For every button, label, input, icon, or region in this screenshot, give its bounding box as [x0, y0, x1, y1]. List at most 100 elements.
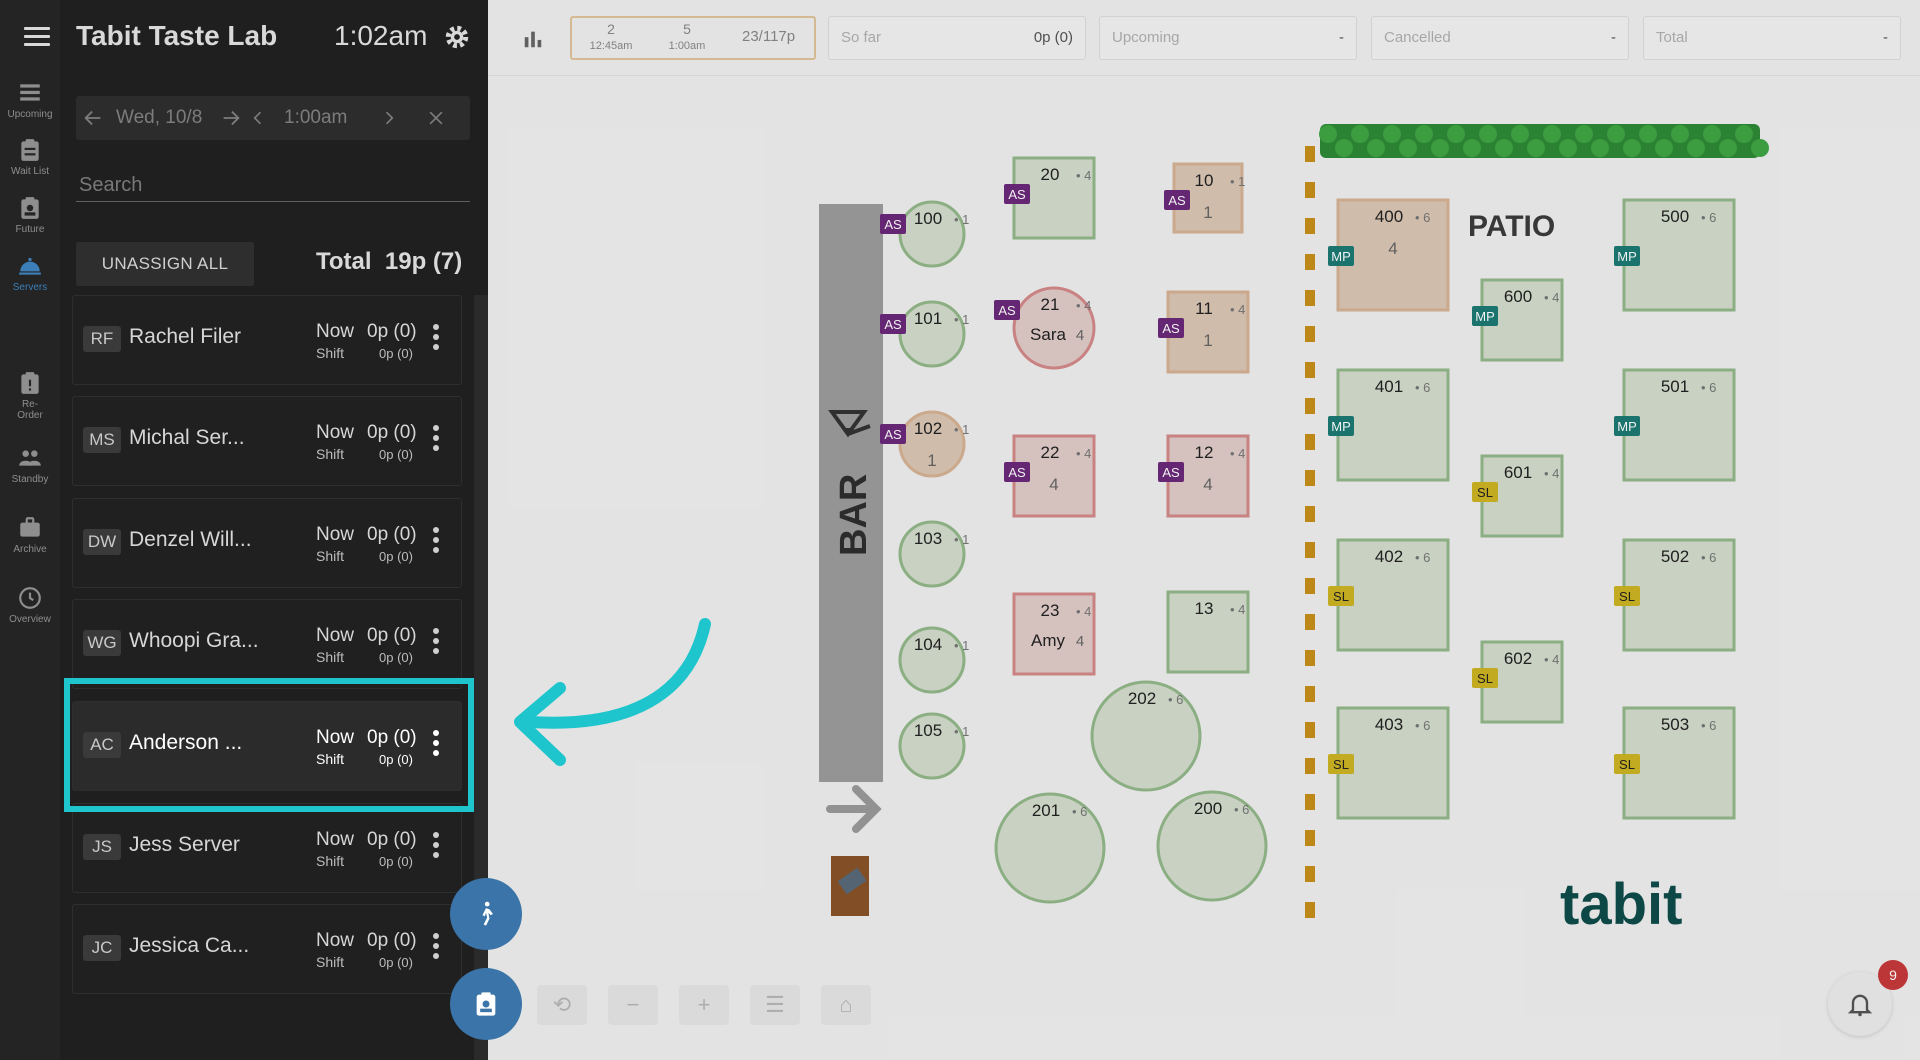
zoom-out-button[interactable]: −: [608, 985, 658, 1025]
now-value: 0p (0): [367, 829, 417, 850]
table-201[interactable]: 201 • 6: [994, 792, 1106, 904]
table-503[interactable]: 503 • 6 SL: [1614, 706, 1736, 820]
more-options-icon[interactable]: [433, 425, 441, 455]
table-501[interactable]: 501 • 6 MP: [1614, 368, 1736, 482]
chevron-right-icon[interactable]: [379, 108, 399, 128]
table-103[interactable]: 103 • 1: [898, 520, 969, 588]
table-number: 102: [914, 419, 942, 438]
table-200[interactable]: 200 • 6: [1156, 790, 1268, 902]
shift-label: Shift: [316, 345, 345, 361]
rail-label: Archive: [13, 544, 47, 555]
server-name: Whoopi Gra...: [129, 629, 259, 652]
hedge-leaf: [1543, 125, 1561, 143]
table-401[interactable]: 401 • 6 MP: [1328, 368, 1450, 482]
hedge-leaf: [1639, 125, 1657, 143]
hedge-leaf: [1447, 125, 1465, 143]
table-12[interactable]: 12 • 4 4 AS: [1158, 434, 1250, 518]
table-202[interactable]: 202 • 6: [1090, 680, 1202, 792]
table-10[interactable]: 10 • 1 1 AS: [1164, 162, 1245, 234]
slot-2: 5 1:00am: [662, 22, 712, 54]
more-options-icon[interactable]: [433, 628, 441, 658]
server-row[interactable]: JS Jess Server Now 0p (0) Shift 0p (0): [72, 803, 462, 893]
table-seats: • 6: [1701, 380, 1716, 395]
rail-standby[interactable]: Standby: [0, 430, 60, 500]
upcoming-box[interactable]: Upcoming -: [1099, 16, 1357, 60]
history-icon[interactable]: ⟲: [537, 985, 587, 1025]
time-slots-box[interactable]: 2 12:45am 5 1:00am 23/117p: [570, 16, 816, 60]
server-row[interactable]: DW Denzel Will... Now 0p (0) Shift 0p (0…: [72, 498, 462, 588]
close-icon[interactable]: [426, 108, 446, 128]
shift-value: 0p (0): [379, 955, 413, 970]
search-input[interactable]: Search: [76, 168, 470, 202]
rail-archive[interactable]: Archive: [0, 500, 60, 570]
hedge-leaf: [1527, 139, 1545, 157]
table-102[interactable]: 102 • 1 1 AS: [880, 410, 969, 478]
table-601[interactable]: 601 • 4 SL: [1472, 454, 1564, 538]
rail-reorder[interactable]: Re-Order: [0, 360, 60, 430]
table-502[interactable]: 502 • 6 SL: [1614, 538, 1736, 652]
table-number: 401: [1375, 377, 1403, 396]
total-box[interactable]: Total -: [1643, 16, 1901, 60]
more-options-icon[interactable]: [433, 324, 441, 354]
slot-time: 1:00am: [668, 40, 706, 52]
table-number: 400: [1375, 207, 1403, 226]
date-label[interactable]: Wed, 10/8: [116, 96, 202, 140]
server-name: Jessica Ca...: [129, 934, 250, 957]
new-reservation-button[interactable]: [450, 968, 522, 1040]
table-13[interactable]: 13 • 4: [1166, 590, 1250, 674]
arrow-left-icon[interactable]: [82, 107, 104, 129]
server-tag: SL: [1333, 757, 1349, 772]
table-602[interactable]: 602 • 4 SL: [1472, 640, 1564, 724]
table-400[interactable]: 400 • 6 4 MP: [1328, 198, 1450, 312]
hedge-leaf: [1319, 125, 1337, 143]
server-tag: MP: [1617, 249, 1637, 264]
rail-servers[interactable]: Servers: [0, 238, 60, 308]
table-100[interactable]: 100 • 1 AS: [880, 200, 969, 268]
server-initials: RF: [83, 326, 121, 352]
so-far-box[interactable]: So far 0p (0): [828, 16, 1086, 60]
more-options-icon[interactable]: [433, 933, 441, 963]
server-row[interactable]: RF Rachel Filer Now 0p (0) Shift 0p (0): [72, 295, 462, 385]
now-label: Now: [316, 625, 355, 646]
walk-in-button[interactable]: [450, 878, 522, 950]
bar-chart-icon[interactable]: [522, 28, 544, 50]
table-500[interactable]: 500 • 6 MP: [1614, 198, 1736, 312]
shift-label: Shift: [316, 548, 345, 564]
server-tag: AS: [1168, 193, 1186, 208]
zoom-in-button[interactable]: +: [679, 985, 729, 1025]
server-row[interactable]: WG Whoopi Gra... Now 0p (0) Shift 0p (0): [72, 599, 462, 689]
table-number: 202: [1128, 689, 1156, 708]
more-options-icon[interactable]: [433, 527, 441, 557]
table-23[interactable]: 23 • 4 Amy 4: [1012, 592, 1096, 676]
list-view-icon[interactable]: ☰: [750, 985, 800, 1025]
table-104[interactable]: 104 • 1: [898, 626, 969, 694]
cloche-view-icon[interactable]: ⌂: [821, 985, 871, 1025]
time-label[interactable]: 1:00am: [284, 96, 347, 140]
arrow-right-icon[interactable]: [220, 107, 242, 129]
table-105[interactable]: 105 • 1: [898, 712, 969, 780]
gear-icon[interactable]: [442, 22, 472, 52]
table-21[interactable]: 21 • 4 Sara 4 AS: [994, 286, 1096, 370]
more-options-icon[interactable]: [433, 832, 441, 862]
table-11[interactable]: 11 • 4 1 AS: [1158, 290, 1250, 374]
table-22[interactable]: 22 • 4 4 AS: [1004, 434, 1096, 518]
unassign-all-button[interactable]: UNASSIGN ALL: [76, 242, 254, 286]
chevron-left-icon[interactable]: [248, 108, 268, 128]
table-403[interactable]: 403 • 6 SL: [1328, 706, 1450, 820]
hedge-leaf: [1383, 125, 1401, 143]
menu-icon[interactable]: [24, 27, 50, 49]
hedge-leaf: [1607, 125, 1625, 143]
table-402[interactable]: 402 • 6 SL: [1328, 538, 1450, 652]
server-initials: JC: [83, 935, 121, 961]
slot-time: 12:45am: [589, 40, 633, 52]
cancelled-box[interactable]: Cancelled -: [1371, 16, 1629, 60]
shift-label: Shift: [316, 853, 345, 869]
hedge-leaf: [1367, 139, 1385, 157]
shift-value: 0p (0): [379, 447, 413, 462]
rail-overview[interactable]: Overview: [0, 570, 60, 640]
table-600[interactable]: 600 • 4 MP: [1472, 278, 1564, 362]
table-20[interactable]: 20 • 4 AS: [1004, 156, 1096, 240]
server-row[interactable]: MS Michal Ser... Now 0p (0) Shift 0p (0): [72, 396, 462, 486]
table-101[interactable]: 101 • 1 AS: [880, 300, 969, 368]
server-row[interactable]: JC Jessica Ca... Now 0p (0) Shift 0p (0): [72, 904, 462, 994]
